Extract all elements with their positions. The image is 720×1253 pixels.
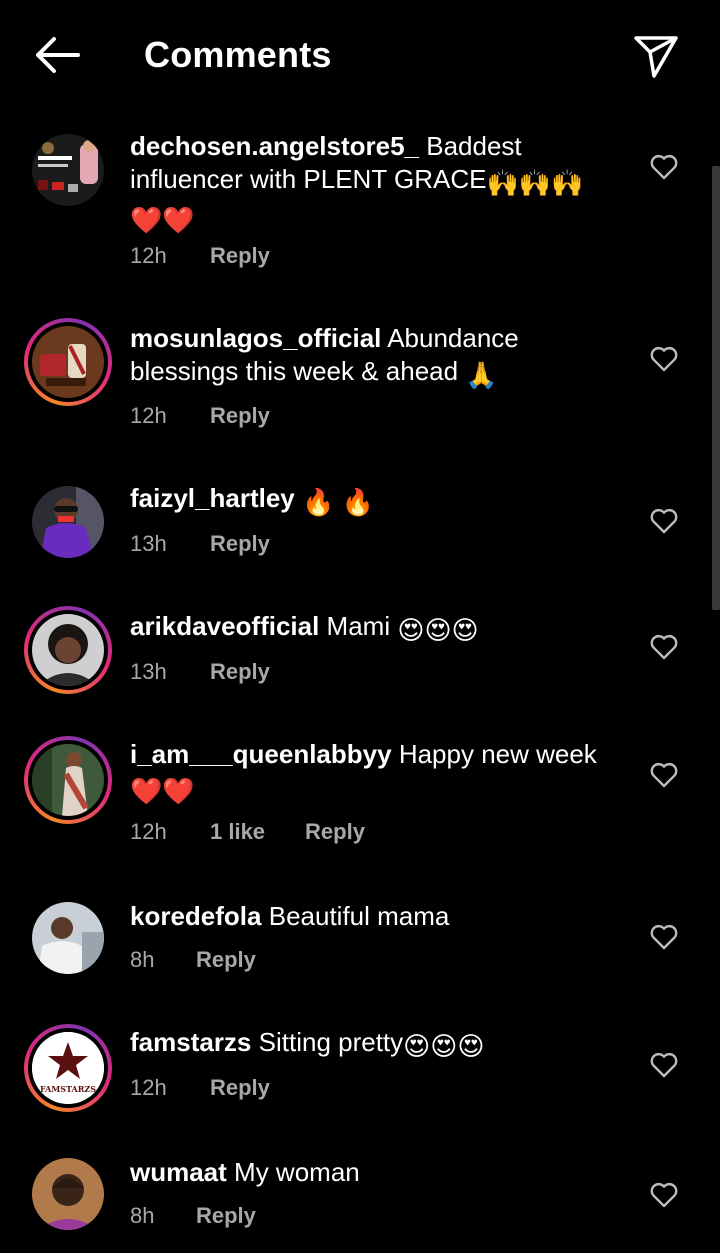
back-button[interactable] xyxy=(28,32,84,78)
page-title: Comments xyxy=(144,34,332,75)
reply-button[interactable]: Reply xyxy=(305,818,365,846)
avatar[interactable] xyxy=(24,736,112,824)
avatar[interactable]: FAMSTARZS xyxy=(24,1024,112,1112)
share-button[interactable] xyxy=(628,30,684,82)
scrollbar[interactable] xyxy=(712,166,720,610)
like-heart-icon[interactable] xyxy=(648,758,680,790)
comment-time: 12h xyxy=(130,243,167,268)
comment-username[interactable]: dechosen.angelstore5_ xyxy=(130,131,419,161)
avatar[interactable] xyxy=(24,606,112,694)
avatar[interactable] xyxy=(32,134,104,206)
comment-meta: 8h Reply xyxy=(130,1202,256,1230)
heart-eyes-emoji: 😍😍😍 xyxy=(397,615,479,645)
avatar[interactable] xyxy=(32,486,104,558)
comment-meta: 12h 1 like Reply xyxy=(130,818,365,846)
reply-button[interactable]: Reply xyxy=(210,658,270,686)
comment-meta: 12h Reply xyxy=(130,242,270,270)
reply-button[interactable]: Reply xyxy=(210,242,270,270)
comment-username[interactable]: wumaat xyxy=(130,1157,227,1187)
like-heart-icon[interactable] xyxy=(648,920,680,952)
comment-time: 12h xyxy=(130,819,167,844)
like-count[interactable]: 1 like xyxy=(210,818,265,846)
comment-time: 8h xyxy=(130,947,155,972)
comment-time: 13h xyxy=(130,659,167,684)
reply-button[interactable]: Reply xyxy=(210,530,270,558)
arrow-left-icon xyxy=(36,37,80,73)
fire-emoji: 🔥 🔥 xyxy=(301,487,374,517)
comment-time: 12h xyxy=(130,403,167,428)
like-heart-icon[interactable] xyxy=(648,630,680,662)
reply-button[interactable]: Reply xyxy=(196,1202,256,1230)
comment-time: 12h xyxy=(130,1075,167,1100)
comment-meta: 13h Reply xyxy=(130,530,270,558)
raised-hands-emoji: 🙌🙌🙌 xyxy=(486,168,584,198)
reply-button[interactable]: Reply xyxy=(196,946,256,974)
comment-username[interactable]: mosunlagos_official xyxy=(130,323,381,353)
avatar[interactable] xyxy=(24,318,112,406)
like-heart-icon[interactable] xyxy=(648,504,680,536)
like-heart-icon[interactable] xyxy=(648,1048,680,1080)
like-heart-icon[interactable] xyxy=(648,342,680,374)
folded-hands-emoji: 🙏 xyxy=(465,360,498,390)
comment-text: Sitting pretty xyxy=(258,1027,404,1057)
comment-username[interactable]: faizyl_hartley xyxy=(130,483,295,513)
reply-button[interactable]: Reply xyxy=(210,1074,270,1102)
comment-meta: 13h Reply xyxy=(130,658,270,686)
paper-plane-icon xyxy=(634,36,678,78)
avatar[interactable] xyxy=(32,1158,104,1230)
heart-eyes-emoji: 😍😍😍 xyxy=(403,1031,485,1061)
comment-time: 13h xyxy=(130,531,167,556)
comment-username[interactable]: i_am___queenlabbyy xyxy=(130,739,392,769)
comment-text: Mami xyxy=(326,611,391,641)
heart-emoji: ❤️❤️ xyxy=(130,205,195,235)
comment-meta: 12h Reply xyxy=(130,402,270,430)
like-heart-icon[interactable] xyxy=(648,1178,680,1210)
comment-meta: 8h Reply xyxy=(130,946,256,974)
avatar[interactable] xyxy=(32,902,104,974)
header-bar: Comments xyxy=(0,0,720,110)
comment-username[interactable]: famstarzs xyxy=(130,1027,251,1057)
avatar-logo-text: FAMSTARZS xyxy=(40,1084,96,1094)
comment-text: Beautiful mama xyxy=(268,901,450,931)
comment-text: Happy new week xyxy=(398,739,597,769)
like-heart-icon[interactable] xyxy=(648,150,680,182)
comment-meta: 12h Reply xyxy=(130,1074,270,1102)
comment-time: 8h xyxy=(130,1203,155,1228)
heart-emoji: ❤️❤️ xyxy=(130,776,195,806)
comment-username[interactable]: koredefola xyxy=(130,901,262,931)
reply-button[interactable]: Reply xyxy=(210,402,270,430)
comment-text: My woman xyxy=(234,1157,360,1187)
comment-username[interactable]: arikdaveofficial xyxy=(130,611,319,641)
